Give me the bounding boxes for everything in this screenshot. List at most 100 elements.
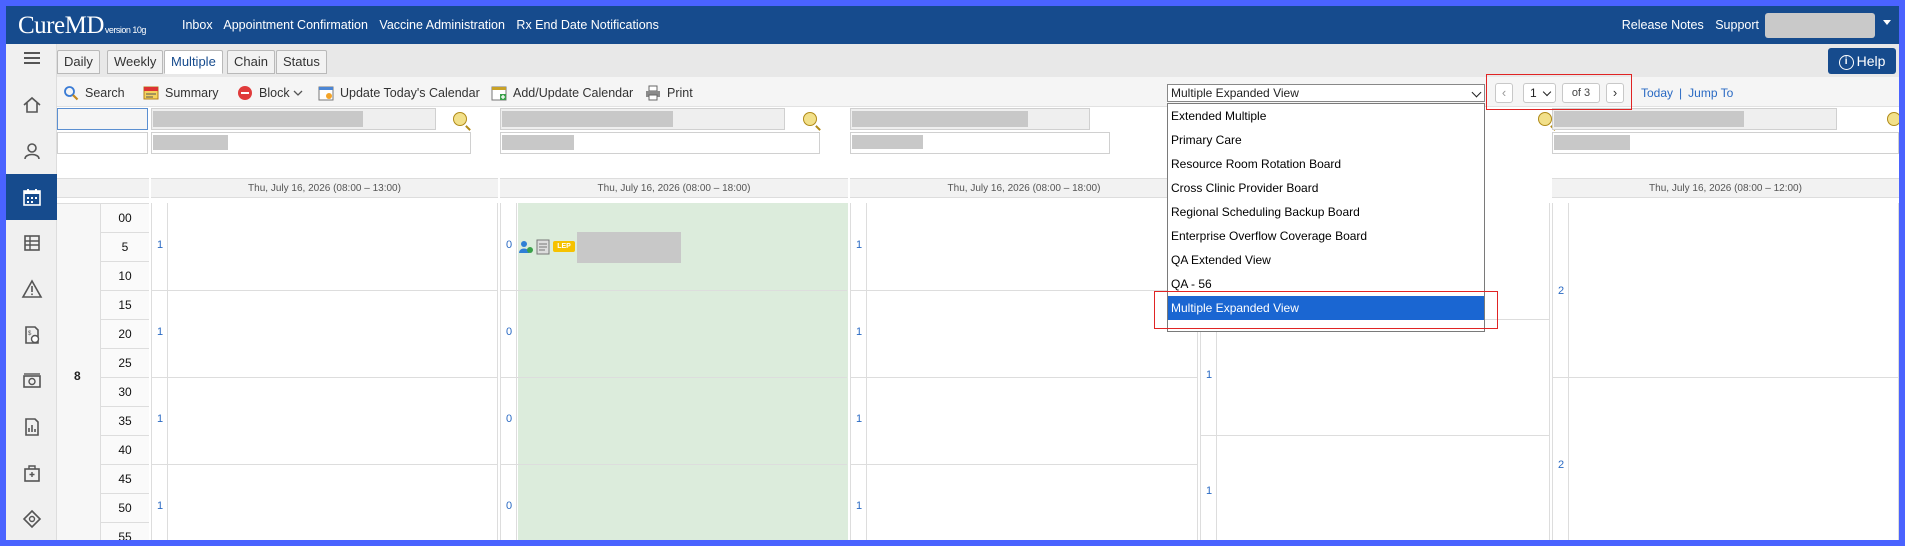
today-link[interactable]: Today [1641,86,1673,100]
slot-count[interactable]: 2 [1558,459,1564,471]
zoom-icon[interactable] [1887,112,1899,126]
view-option[interactable]: Extended Multiple [1168,104,1484,128]
billing-clock-icon[interactable]: $ [6,312,57,358]
support-link[interactable]: Support [1715,18,1759,32]
summary-label: Summary [165,86,219,100]
provider-name-redacted [502,111,673,127]
tab-chain[interactable]: Chain [227,50,275,74]
release-notes-link[interactable]: Release Notes [1622,18,1704,32]
warning-icon[interactable] [6,266,57,312]
appointment-redacted[interactable] [577,232,681,263]
view-option[interactable]: Enterprise Overflow Coverage Board [1168,224,1484,248]
user-icon[interactable] [6,128,57,174]
app-window: CureMDversion 10g Inbox Appointment Conf… [6,6,1899,540]
slot-count[interactable]: 1 [1206,485,1212,497]
tab-multiple[interactable]: Multiple [164,50,223,74]
hamburger-menu-icon[interactable] [6,44,57,72]
slot-divider [152,290,497,291]
next-page-button[interactable]: › [1606,83,1624,103]
column-date-header: Thu, July 16, 2026 (08:00 – 12:00) [1552,178,1899,198]
left-sidebar: $ [6,44,57,540]
available-slot-area[interactable] [518,203,848,540]
minute-cell: 20 [101,319,149,348]
pager-highlight: ‹ 1 of 3 › [1486,74,1632,110]
slot-count[interactable]: 1 [157,413,163,425]
chevron-down-icon[interactable] [1883,20,1891,25]
view-select-value: Multiple Expanded View [1171,86,1299,100]
link-separator: | [1679,86,1683,100]
slot-count[interactable]: 1 [157,239,163,251]
filter-box[interactable] [57,132,148,154]
nav-vaccine-administration[interactable]: Vaccine Administration [379,18,505,32]
top-right-links: Release Notes Support [1614,18,1759,32]
zoom-icon[interactable] [1538,112,1552,126]
provider-name-redacted [1554,111,1744,127]
slot-count[interactable]: 1 [1206,369,1212,381]
column-date-header: Thu, July 16, 2026 (08:00 – 13:00) [151,178,498,198]
user-menu[interactable] [1765,13,1875,38]
logo[interactable]: CureMDversion 10g [18,12,146,40]
slot-divider [501,290,847,291]
block-icon [238,86,252,100]
add-update-calendar-button[interactable]: Add/Update Calendar [491,85,633,101]
provider-name-redacted [153,111,363,127]
help-button[interactable]: i Help [1828,48,1896,74]
minute-cell: 15 [101,290,149,319]
search-button[interactable]: Search [63,85,125,101]
view-select[interactable]: Multiple Expanded View [1167,84,1485,102]
resource-name-redacted [153,135,228,150]
resource-name-redacted [502,135,574,150]
zoom-icon[interactable] [803,112,817,126]
print-button[interactable]: Print [645,85,693,101]
summary-button[interactable]: Summary [143,85,218,101]
view-option[interactable]: Regional Scheduling Backup Board [1168,200,1484,224]
print-label: Print [667,86,693,100]
lep-badge: LEP [553,241,575,252]
nav-appointment-confirmation[interactable]: Appointment Confirmation [223,18,368,32]
logo-text: CureMD [18,12,104,39]
slot-count[interactable]: 1 [856,326,862,338]
view-option[interactable]: Resource Room Rotation Board [1168,152,1484,176]
selection-highlight [1154,291,1498,329]
home-icon[interactable] [6,82,57,128]
view-tabs: Daily Weekly Multiple Chain Status i Help [57,44,1899,77]
slot-count[interactable]: 1 [157,500,163,512]
nav-inbox[interactable]: Inbox [182,18,213,32]
view-option[interactable]: QA Extended View [1168,248,1484,272]
column-date-header: Thu, July 16, 2026 (08:00 – 18:00) [500,178,848,198]
view-option[interactable]: Primary Care [1168,128,1484,152]
facility-icon[interactable] [6,450,57,496]
slot-count[interactable]: 1 [856,413,862,425]
slot-count[interactable]: 0 [506,239,512,251]
slot-count[interactable]: 1 [157,326,163,338]
slot-count[interactable]: 2 [1558,285,1564,297]
minute-cell: 25 [101,348,149,377]
location-selector[interactable] [57,108,148,130]
tab-weekly[interactable]: Weekly [107,50,164,74]
telehealth-icon[interactable] [6,496,57,540]
calendar-grid: Thu, July 16, 2026 (08:00 – 13:00) Thu, … [57,107,1899,540]
patient-icon[interactable] [518,239,534,255]
tab-daily[interactable]: Daily [57,50,100,74]
schedule-column-5: 2 2 [1552,203,1899,540]
slot-count[interactable]: 1 [856,500,862,512]
nav-rx-end-date-notifications[interactable]: Rx End Date Notifications [516,18,658,32]
view-option[interactable]: Cross Clinic Provider Board [1168,176,1484,200]
prev-page-button[interactable]: ‹ [1495,83,1513,103]
slot-count[interactable]: 0 [506,326,512,338]
info-icon: i [1838,54,1854,70]
update-todays-calendar-button[interactable]: Update Today's Calendar [318,85,480,101]
slot-count[interactable]: 0 [506,413,512,425]
zoom-icon[interactable] [453,112,467,126]
document-icon[interactable] [536,239,550,255]
table-icon[interactable] [6,220,57,266]
block-button[interactable]: Block [237,85,303,101]
tab-status[interactable]: Status [276,50,327,74]
slot-count[interactable]: 0 [506,500,512,512]
payments-icon[interactable] [6,358,57,404]
reports-icon[interactable] [6,404,57,450]
jump-to-link[interactable]: Jump To [1688,86,1733,100]
page-select[interactable]: 1 [1523,83,1556,103]
slot-count[interactable]: 1 [856,239,862,251]
calendar-icon[interactable] [6,174,57,220]
